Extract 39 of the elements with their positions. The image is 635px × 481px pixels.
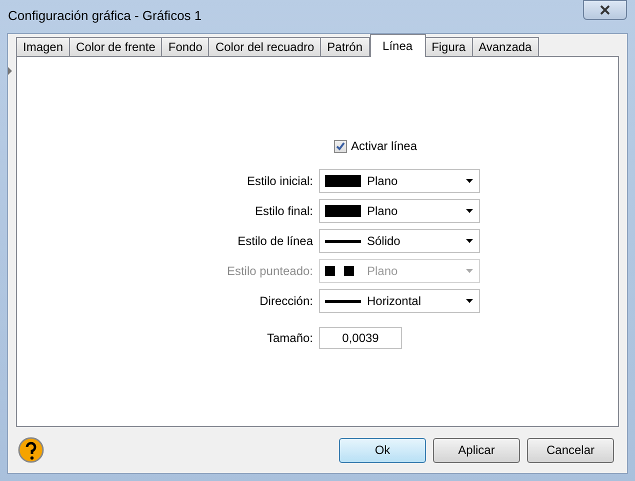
dropdown-arrow-icon <box>466 299 473 303</box>
dots-swatch-icon <box>325 266 355 276</box>
line-swatch-icon <box>325 240 361 242</box>
dialog-button[interactable]: Aplicar <box>433 438 520 462</box>
dialog-button[interactable]: Ok <box>339 438 426 462</box>
tab[interactable]: Color de frente <box>69 37 162 56</box>
field-label: Estilo punteado: <box>226 263 313 280</box>
line-swatch-icon <box>325 300 361 302</box>
field-label: Estilo final: <box>254 203 313 220</box>
dropdown-arrow-icon <box>466 269 473 273</box>
dropdown-arrow-icon <box>466 209 473 213</box>
checkbox[interactable] <box>334 140 347 152</box>
expand-arrow-icon <box>8 67 13 75</box>
style-dropdown[interactable]: Horizontal <box>319 289 480 313</box>
close-icon <box>600 5 610 15</box>
dropdown-arrow-icon <box>466 239 473 243</box>
style-dropdown[interactable]: Sólido <box>319 229 480 253</box>
tab[interactable]: Color del recuadro <box>208 37 322 56</box>
style-dropdown[interactable]: Plano <box>319 199 480 223</box>
tab[interactable]: Línea <box>370 34 426 57</box>
field-label: Estilo inicial: <box>246 173 313 190</box>
field-label: Dirección: <box>258 293 313 310</box>
dropdown-arrow-icon <box>466 179 473 183</box>
dialog-button[interactable]: Cancelar <box>527 438 614 462</box>
field-label: Tamaño: <box>266 330 313 347</box>
tab[interactable]: Imagen <box>16 37 70 56</box>
tab[interactable]: Fondo <box>161 37 210 56</box>
style-dropdown[interactable]: Plano <box>319 169 480 193</box>
tab[interactable]: Figura <box>424 37 473 56</box>
block-swatch-icon <box>325 205 361 217</box>
tab[interactable]: Avanzada <box>472 37 539 56</box>
block-swatch-icon <box>325 175 361 187</box>
checkbox-label: Activar línea <box>350 138 418 155</box>
help-icon[interactable] <box>18 437 44 463</box>
close-button[interactable] <box>583 0 627 20</box>
size-input[interactable]: 0,0039 <box>319 327 402 349</box>
field-label: Estilo de línea <box>236 233 313 250</box>
window-title: Configuración gráfica - Gráficos 1 <box>8 7 202 25</box>
tab[interactable]: Patrón <box>320 37 370 56</box>
